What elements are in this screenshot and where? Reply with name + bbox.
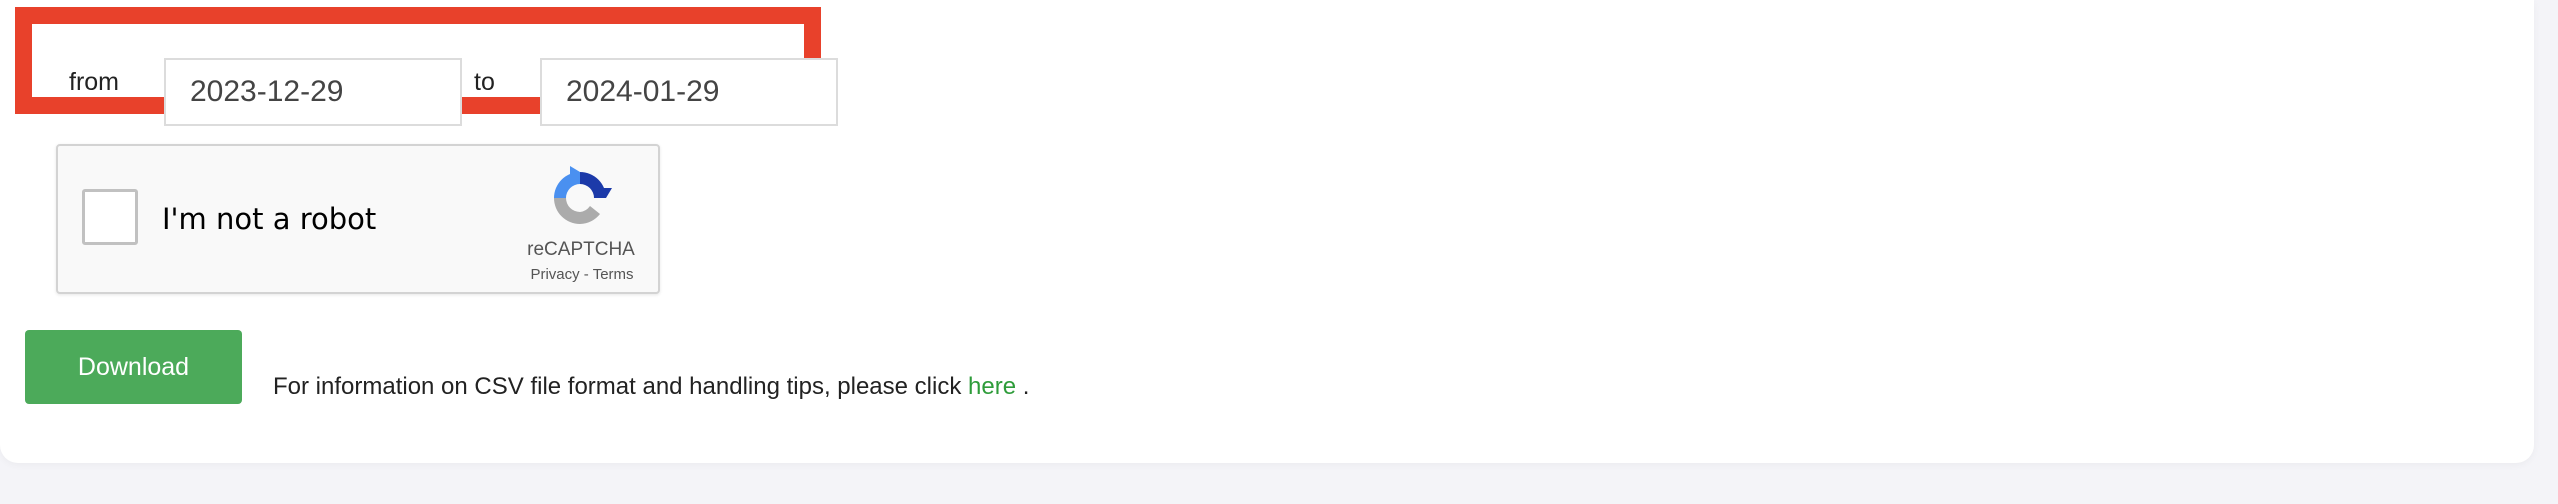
date-range-highlight: from to — [15, 7, 838, 126]
recaptcha-checkbox-label: I'm not a robot — [162, 202, 377, 236]
to-label: to — [474, 68, 495, 96]
privacy-link[interactable]: Privacy — [530, 266, 579, 283]
date-to-input[interactable] — [540, 58, 838, 126]
recaptcha-widget: I'm not a robot reCAPTCHA Privacy - Term… — [56, 144, 660, 294]
from-label: from — [69, 68, 119, 96]
recaptcha-links: Privacy - Terms — [520, 266, 644, 283]
csv-info-here-link[interactable]: here — [968, 373, 1016, 400]
recaptcha-checkbox[interactable] — [82, 189, 138, 245]
terms-link[interactable]: Terms — [593, 266, 634, 283]
form-card: from to I'm not a robot reCAPTCHA Privac… — [0, 0, 2534, 463]
download-button[interactable]: Download — [25, 330, 242, 404]
csv-info-trailing: . — [1016, 373, 1030, 400]
recaptcha-brand: reCAPTCHA — [527, 239, 635, 260]
links-separator: - — [579, 266, 593, 283]
recaptcha-logo-icon — [554, 166, 612, 224]
csv-info-message: For information on CSV file format and h… — [273, 373, 969, 400]
date-from-input[interactable] — [164, 58, 462, 126]
csv-info-text: For information on CSV file format and h… — [273, 373, 1029, 401]
